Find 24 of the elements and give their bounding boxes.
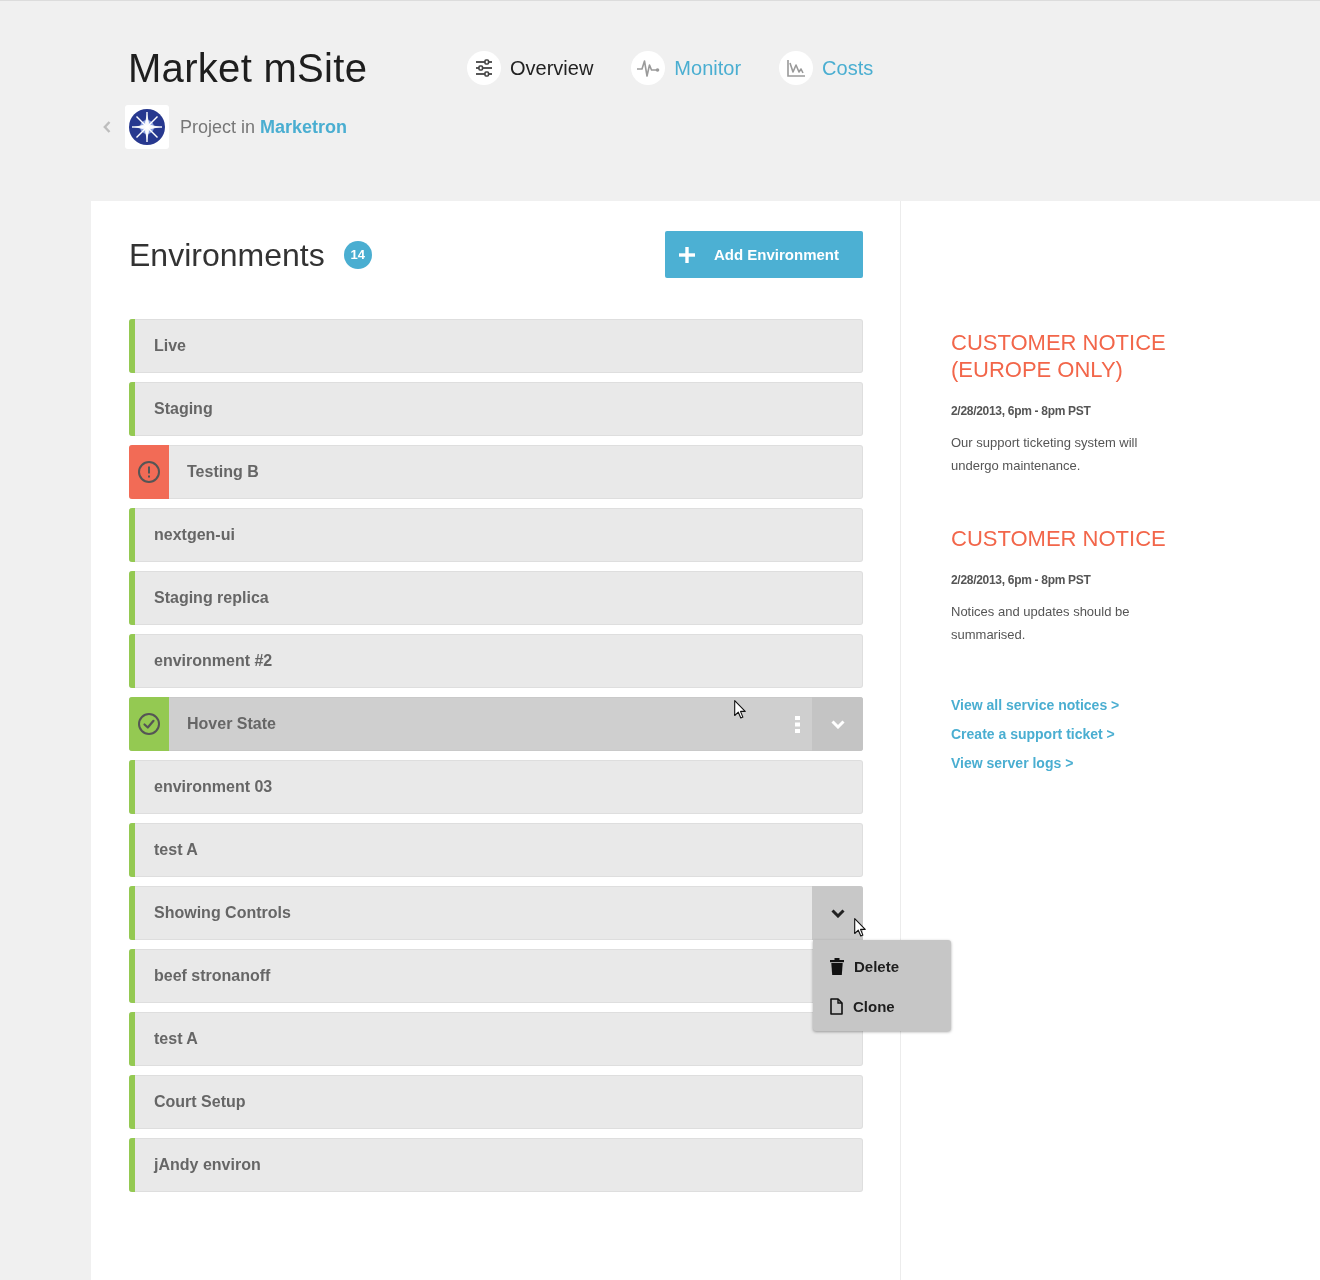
notice-date: 2/28/2013, 6pm - 8pm PST [951,403,1091,419]
environment-name: Testing B [187,463,259,481]
environment-name: test A [154,841,198,859]
environment-name: Live [154,337,186,355]
environment-name: Showing Controls [154,904,291,922]
environment-name: jAndy environ [154,1156,261,1174]
notice-title: CUSTOMER NOTICE [951,525,1167,552]
environment-name: Staging replica [154,589,269,607]
notice-text: Notices and updates should be summarised. [951,603,1131,644]
count-badge: 14 [343,240,372,269]
environment-name: Court Setup [154,1093,246,1111]
project-title: Market mSite [128,45,368,92]
notice-text: Our support ticketing system will undergo maintenance. [951,434,1139,475]
environment-name: environment #2 [154,652,273,670]
breadcrumb-text: Project in Marketron [180,116,348,138]
environment-name: beef stronanoff [154,967,271,985]
environment-name: nextgen-ui [154,526,235,544]
environment-name: Hover State [187,715,276,733]
environment-name: test A [154,1030,198,1048]
section-heading: Environments [129,235,325,275]
environment-name: Staging [154,400,213,418]
environment-name: environment 03 [154,778,273,796]
notice-date: 2/28/2013, 6pm - 8pm PST [951,572,1091,588]
notice-title: CUSTOMER NOTICE (EUROPE ONLY) [951,329,1167,383]
